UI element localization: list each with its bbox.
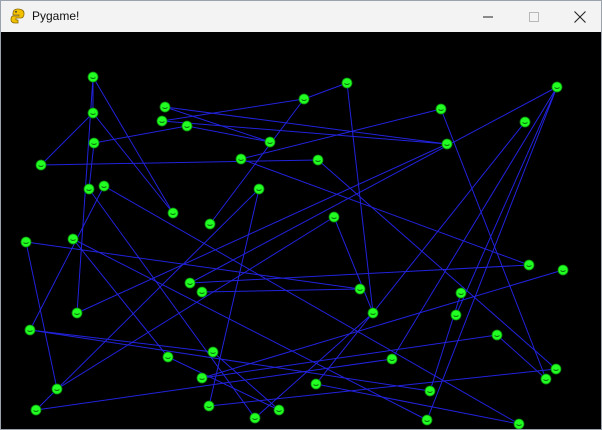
graph-node[interactable] [540,373,552,385]
graph-edge [240,108,442,160]
graph-node[interactable] [235,153,247,165]
graph-edge [315,121,526,385]
graph-node[interactable] [264,136,276,148]
graph-node[interactable] [455,287,467,299]
title-bar[interactable]: Pygame! [1,1,601,32]
graph-node[interactable] [156,115,168,127]
graph-node[interactable] [98,180,110,192]
graph-edge [92,76,174,214]
graph-node[interactable] [87,107,99,119]
graph-node[interactable] [424,385,436,397]
graph-edge [189,86,558,284]
graph-node[interactable] [367,307,379,319]
graph-node[interactable] [441,138,453,150]
minimize-icon [483,16,493,17]
graph-node[interactable] [207,346,219,358]
graph-edge [35,358,393,411]
minimize-button[interactable] [465,1,511,32]
graph-node[interactable] [341,77,353,89]
graph-edge [93,125,188,144]
graph-edge [88,188,256,419]
graph-node[interactable] [249,412,261,424]
graph-node[interactable] [354,283,366,295]
graph-node[interactable] [167,207,179,219]
graph-node[interactable] [24,324,36,336]
graph-edge [455,86,558,316]
graph-edge [426,86,558,421]
graph-node[interactable] [421,414,433,426]
graph-edge [88,142,95,190]
graph-node[interactable] [67,233,79,245]
graph-edge [201,269,564,379]
graph-node[interactable] [273,404,285,416]
graph-edge [201,288,361,293]
graph-node[interactable] [196,286,208,298]
graph-node[interactable] [20,236,32,248]
graph-node[interactable] [184,277,196,289]
graph-edge [429,292,462,392]
graph-node[interactable] [557,264,569,276]
close-button[interactable] [557,1,601,32]
graph-edge [25,241,58,390]
graph-edge [40,159,319,166]
graph-node[interactable] [87,71,99,83]
window-title: Pygame! [32,9,80,23]
graph-node[interactable] [204,218,216,230]
graph-edge [72,238,169,358]
graph-edge [303,82,348,100]
graph-node[interactable] [523,259,535,271]
close-icon [574,10,586,23]
graph-node[interactable] [298,93,310,105]
graph-edge [29,185,105,331]
graph-node[interactable] [71,307,83,319]
graph-edge [161,120,448,145]
graph-node[interactable] [181,120,193,132]
graph-node[interactable] [159,101,171,113]
graph-edge [315,383,520,425]
graph-edge [208,368,557,407]
graph-node[interactable] [88,137,100,149]
graph-node[interactable] [435,103,447,115]
graph-edge [212,351,280,411]
graph-node[interactable] [328,211,340,223]
graph-node[interactable] [551,81,563,93]
graph-edge [240,158,530,266]
graph-node[interactable] [83,183,95,195]
maximize-button[interactable] [511,1,557,32]
graph-edge [346,82,374,314]
graph-node[interactable] [519,116,531,128]
graph-node[interactable] [203,400,215,412]
graph-node[interactable] [162,351,174,363]
graph-node[interactable] [30,404,42,416]
graph-edge [72,238,428,421]
node-graph [20,71,569,429]
graph-node[interactable] [35,159,47,171]
graph-node[interactable] [196,372,208,384]
edges-layer [25,76,564,425]
graph-node[interactable] [550,363,562,375]
graph-node[interactable] [450,309,462,321]
pygame-window: Pygame! [0,0,602,430]
graph-node[interactable] [312,154,324,166]
graph-node[interactable] [310,378,322,390]
graph-node[interactable] [513,418,525,429]
graph-node[interactable] [491,329,503,341]
maximize-icon [529,11,539,22]
graph-node[interactable] [51,383,63,395]
graph-edge [161,98,305,122]
graph-edge [76,143,448,314]
graph-node[interactable] [253,183,265,195]
graph-edge [40,112,94,166]
pygame-snake-icon [10,8,26,24]
graph-node[interactable] [386,353,398,365]
graph-edge [164,106,448,145]
game-canvas[interactable] [1,32,601,429]
graph-edge [254,312,374,419]
graph-edge [391,86,558,360]
